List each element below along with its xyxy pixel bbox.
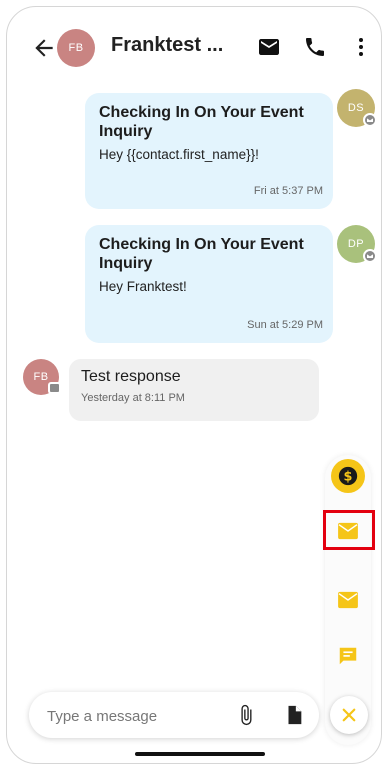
close-menu-button[interactable] <box>330 696 368 734</box>
message-input[interactable] <box>45 704 229 728</box>
phone-frame: FB Franktest ... Checking In On Your Eve… <box>6 6 382 764</box>
incoming-message-bubble[interactable]: Test response Yesterday at 8:11 PM <box>69 359 319 421</box>
phone-icon[interactable] <box>303 35 327 59</box>
message-subject: Checking In On Your Event Inquiry <box>99 104 304 140</box>
document-icon[interactable] <box>283 704 305 726</box>
home-indicator <box>135 752 265 756</box>
email-channel-icon <box>363 249 377 263</box>
sms-channel-icon <box>48 382 61 394</box>
message-body: Hey {{contact.first_name}}! <box>99 147 259 162</box>
sms-action-button[interactable] <box>331 639 365 673</box>
email-action-button[interactable] <box>331 583 365 617</box>
back-arrow-icon[interactable] <box>31 35 57 61</box>
message-timestamp: Sun at 5:29 PM <box>247 319 323 331</box>
attachment-icon[interactable] <box>235 704 257 726</box>
contact-name-title[interactable]: Franktest ... <box>111 34 243 57</box>
payment-action-button[interactable]: $ <box>331 459 365 493</box>
message-timestamp: Yesterday at 8:11 PM <box>81 392 185 404</box>
highlighted-email-action <box>323 510 375 550</box>
sender-avatar-initials: DP <box>347 238 365 250</box>
sender-avatar-initials: FB <box>33 371 49 383</box>
dollar-icon: $ <box>331 459 365 493</box>
close-icon <box>342 708 356 722</box>
outgoing-message-bubble[interactable]: Checking In On Your Event Inquiry Hey {{… <box>85 93 333 209</box>
message-composer <box>29 692 319 738</box>
conversation-header: FB Franktest ... <box>7 7 381 85</box>
mail-icon[interactable] <box>257 35 281 59</box>
more-vert-icon[interactable] <box>349 35 373 59</box>
message-body: Test response <box>81 368 181 385</box>
outgoing-message-bubble[interactable]: Checking In On Your Event Inquiry Hey Fr… <box>85 225 333 343</box>
message-subject: Checking In On Your Event Inquiry <box>99 236 304 272</box>
email-channel-icon <box>363 113 377 127</box>
email-icon <box>338 591 358 609</box>
message-body: Hey Franktest! <box>99 279 187 294</box>
contact-avatar-initials: FB <box>68 42 84 54</box>
sender-avatar-initials: DS <box>347 102 365 114</box>
message-timestamp: Fri at 5:37 PM <box>253 185 323 197</box>
svg-text:$: $ <box>344 470 353 485</box>
sms-icon <box>339 647 357 665</box>
contact-avatar[interactable]: FB <box>57 29 95 67</box>
